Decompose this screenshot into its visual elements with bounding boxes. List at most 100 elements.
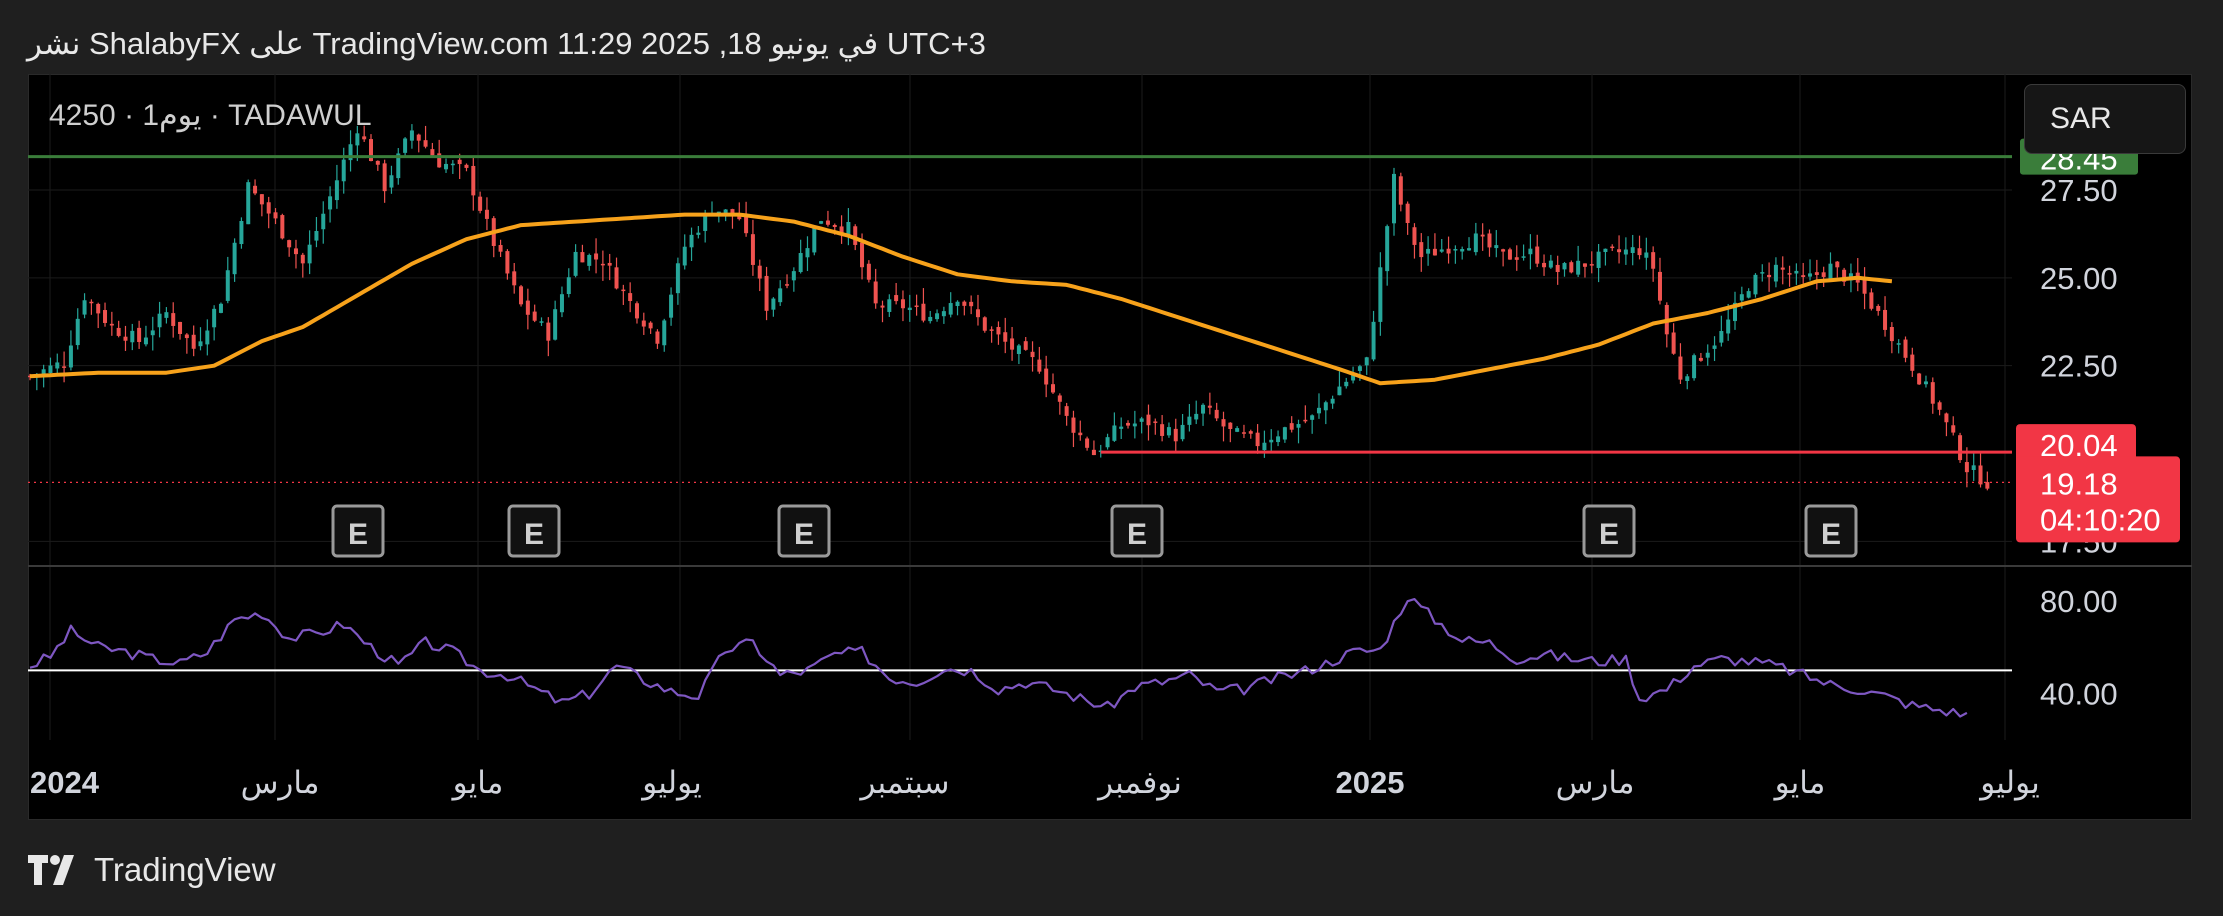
- candle-body: [287, 240, 292, 248]
- candle-body: [1091, 449, 1096, 456]
- candle-body: [68, 345, 73, 368]
- candle-body: [805, 248, 810, 258]
- rsi-tick-label: 40.00: [2040, 677, 2118, 712]
- earnings-marker: E: [1804, 504, 1858, 558]
- candle-body: [744, 216, 749, 234]
- time-tick-label: نوفمبر: [1096, 765, 1182, 801]
- candle-body: [184, 334, 189, 339]
- candle-body: [1910, 354, 1915, 371]
- candle-body: [832, 224, 837, 227]
- candle-body: [1651, 252, 1656, 269]
- candle-body: [1535, 246, 1540, 264]
- candle-body: [1657, 271, 1662, 301]
- earnings-marker: E: [507, 504, 561, 558]
- chart-canvas[interactable]: EEEEEE 27.5025.0022.5017.5028.4520.0419.…: [0, 0, 2223, 916]
- candle-body: [103, 310, 108, 323]
- candle-body: [355, 133, 360, 146]
- candle-body: [1289, 423, 1294, 430]
- candle-body: [259, 194, 264, 205]
- candle-body: [573, 251, 578, 276]
- currency-button[interactable]: SAR: [2024, 84, 2186, 154]
- candle-body: [696, 232, 701, 235]
- candle-body: [1194, 413, 1199, 420]
- candle-body: [669, 294, 674, 318]
- candle-body: [1773, 264, 1778, 282]
- candle-body: [382, 163, 387, 192]
- time-tick-label: مارس: [241, 765, 320, 801]
- candle-body: [1617, 249, 1622, 253]
- candle-body: [1473, 233, 1478, 253]
- candle-body: [171, 313, 176, 326]
- candle-body: [1610, 246, 1615, 249]
- candle-body: [1003, 332, 1008, 342]
- candle-body: [1958, 435, 1963, 461]
- candle-body: [1814, 272, 1819, 275]
- candle-body: [757, 265, 762, 279]
- candle-body: [825, 220, 830, 225]
- candle-body: [246, 182, 251, 225]
- candle-body: [941, 311, 946, 317]
- time-tick-label: يوليو: [1978, 765, 2039, 801]
- candle-body: [1876, 305, 1881, 311]
- time-tick-label: مايو: [1773, 765, 1826, 801]
- candle-body: [253, 185, 258, 194]
- candle-body: [1542, 262, 1547, 268]
- candle-body: [48, 365, 53, 374]
- bar-countdown-label: 04:10:20: [2040, 502, 2161, 537]
- candle-body: [1951, 425, 1956, 433]
- candle-body: [1446, 248, 1451, 254]
- candle-body: [675, 263, 680, 294]
- candle-body: [955, 301, 960, 307]
- candle-body: [444, 163, 449, 170]
- candle-body: [1589, 264, 1594, 266]
- candle-body: [1105, 437, 1110, 448]
- candle-body: [239, 221, 244, 245]
- candle-body: [594, 253, 599, 260]
- candle-body: [1712, 345, 1717, 349]
- candle-body: [1501, 249, 1506, 252]
- candle-body: [505, 251, 510, 274]
- candle-body: [1780, 267, 1785, 270]
- time-tick-label: سبتمبر: [858, 765, 949, 801]
- candle-body: [1221, 419, 1226, 427]
- candle-body: [962, 301, 967, 306]
- candle-body: [321, 213, 326, 230]
- candle-body: [334, 180, 339, 201]
- candle-body: [791, 271, 796, 281]
- candle-body: [1623, 249, 1628, 255]
- candle-body: [907, 307, 912, 311]
- candle-body: [1235, 428, 1240, 432]
- candle-body: [641, 320, 646, 327]
- candle-body: [621, 289, 626, 292]
- candle-body: [1460, 249, 1465, 252]
- time-tick-label: مارس: [1556, 765, 1635, 801]
- candle-body: [655, 331, 660, 344]
- candle-body: [1883, 309, 1888, 330]
- candle-body: [498, 245, 503, 252]
- candle-body: [1521, 256, 1526, 258]
- candle-body: [109, 323, 114, 326]
- candle-body: [935, 313, 940, 320]
- earnings-marker-label: E: [1127, 518, 1147, 551]
- candle-body: [1917, 373, 1922, 385]
- candle-body: [1828, 263, 1833, 280]
- candle-body: [1269, 439, 1274, 443]
- candle-body: [600, 263, 605, 266]
- candle-body: [982, 317, 987, 331]
- candle-body: [1126, 422, 1131, 426]
- rsi-pane: 80.00 40.00: [28, 584, 2118, 718]
- candle-body: [1582, 263, 1587, 267]
- candle-body: [1316, 407, 1321, 414]
- candle-body: [1016, 345, 1021, 354]
- tradingview-logo[interactable]: TradingView: [28, 846, 276, 894]
- candle-body: [1576, 260, 1581, 275]
- candle-body: [1392, 173, 1396, 224]
- candle-body: [137, 327, 142, 342]
- candle-body: [1132, 423, 1137, 427]
- price-axis: 27.5025.0022.5017.5028.4520.0419.1804:10…: [2016, 138, 2180, 559]
- candle-body: [1023, 341, 1028, 350]
- candle-body: [423, 140, 428, 147]
- time-tick-label: يوليو: [640, 765, 701, 801]
- candle-body: [464, 164, 469, 168]
- candle-body: [130, 330, 135, 343]
